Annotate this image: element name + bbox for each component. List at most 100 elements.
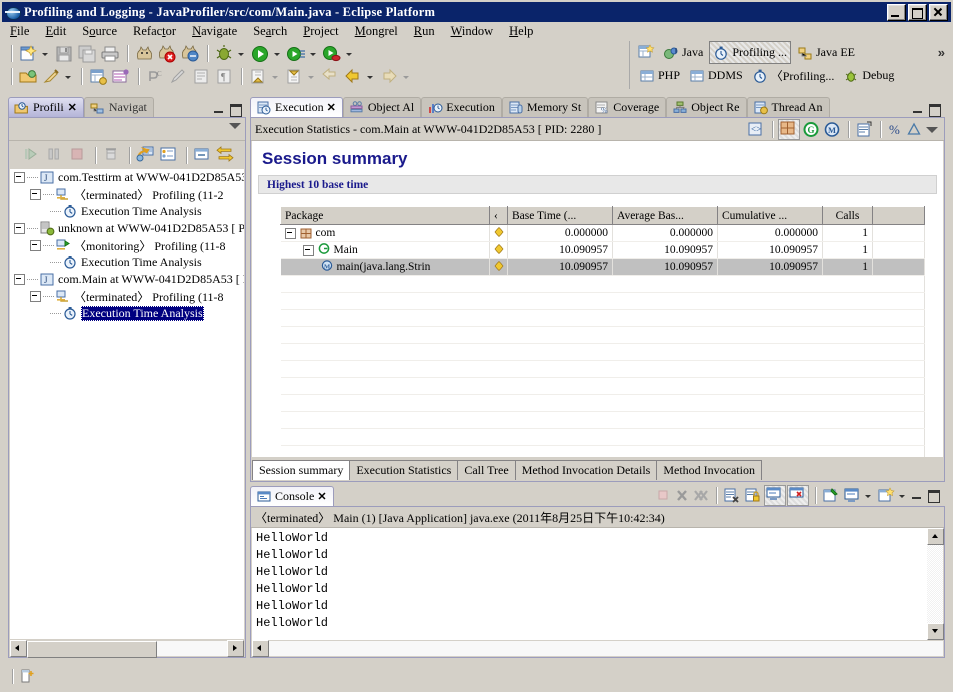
back-dropdown[interactable]: [365, 66, 376, 87]
clear-console-icon[interactable]: [722, 486, 742, 505]
show-console-icon[interactable]: [764, 485, 786, 506]
forward-yellow-icon[interactable]: [342, 66, 364, 87]
tab-execution-statistics[interactable]: Execution ✕: [250, 97, 343, 117]
bottom-tab-session-summary[interactable]: Session summary: [252, 460, 350, 480]
last-edit-icon[interactable]: [190, 66, 212, 87]
open-console-icon[interactable]: [876, 486, 896, 505]
scroll-right-button[interactable]: [227, 640, 244, 657]
profile-dropdown[interactable]: [308, 43, 319, 64]
new-wizard-dropdown[interactable]: [40, 43, 51, 64]
column-calls[interactable]: Calls: [823, 207, 873, 225]
scroll-track[interactable]: [927, 545, 943, 623]
scroll-track[interactable]: [269, 641, 943, 656]
tree-item[interactable]: 〈terminated〉 Profiling (11-2: [10, 186, 244, 203]
view-menu-icon[interactable]: [229, 121, 241, 131]
column-base-time[interactable]: Base Time (...: [508, 207, 613, 225]
print-icon[interactable]: [99, 43, 121, 64]
mongrel-config-icon[interactable]: [179, 43, 201, 64]
tab-object-allocation[interactable]: Object Al: [343, 97, 421, 117]
run-icon[interactable]: [249, 43, 271, 64]
save-icon[interactable]: [53, 43, 75, 64]
close-icon[interactable]: ✕: [68, 101, 77, 114]
tab-console[interactable]: Console ✕: [250, 486, 334, 506]
close-icon[interactable]: ✕: [327, 101, 336, 114]
tree-item[interactable]: 〈terminated〉 Profiling (11-8: [10, 288, 244, 305]
remove-launch-icon[interactable]: [673, 486, 691, 505]
tab-memory-statistics[interactable]: Memory St: [502, 97, 588, 117]
menu-project[interactable]: Project: [295, 22, 346, 41]
maximize-view-icon[interactable]: [229, 104, 242, 115]
debug-icon[interactable]: [213, 43, 235, 64]
console-horizontal-scrollbar[interactable]: [252, 640, 943, 656]
expander-icon[interactable]: [285, 228, 296, 239]
percent-icon[interactable]: %: [886, 120, 904, 139]
run-history-icon[interactable]: [321, 43, 343, 64]
run-dropdown[interactable]: [272, 43, 283, 64]
profiling-monitor-tree[interactable]: J com.Testtirm at WWW-041D2D85A53: [10, 169, 244, 639]
method-icon[interactable]: M: [822, 120, 842, 139]
import-export-icon[interactable]: [215, 145, 237, 166]
perspective-java-ee[interactable]: Java EE: [794, 42, 858, 63]
search-icon[interactable]: [40, 66, 62, 87]
tree-item[interactable]: J com.Testtirm at WWW-041D2D85A53: [10, 169, 244, 186]
close-button[interactable]: [929, 4, 948, 21]
perspective-ddms[interactable]: DDMS: [686, 65, 746, 86]
column-cumulative[interactable]: Cumulative ...: [718, 207, 823, 225]
menu-source[interactable]: Source: [74, 22, 125, 41]
close-icon[interactable]: ✕: [317, 490, 326, 503]
minimize-view-icon[interactable]: [910, 490, 923, 501]
view-menu-icon[interactable]: [926, 125, 938, 135]
scroll-thumb[interactable]: [27, 641, 157, 658]
new-wizard-icon[interactable]: [17, 43, 39, 64]
tree-item[interactable]: Execution Time Analysis: [10, 254, 244, 271]
bottom-tab-method-invocation-details[interactable]: Method Invocation Details: [515, 460, 658, 480]
perspective-java[interactable]: Java: [660, 42, 706, 63]
pilcrow-icon[interactable]: ¶: [213, 66, 235, 87]
console-vertical-scrollbar[interactable]: [927, 528, 943, 640]
tab-execution-flow[interactable]: Execution: [421, 97, 502, 117]
new-java-project-icon[interactable]: [87, 66, 109, 87]
perspective-profiling-alt[interactable]: 〈Profiling...: [749, 65, 838, 86]
new-class-icon[interactable]: [110, 66, 132, 87]
show-console-on-error-icon[interactable]: [787, 485, 809, 506]
pause-icon[interactable]: [44, 145, 66, 166]
tree-item[interactable]: unknown at WWW-041D2D85A53 [ PI: [10, 220, 244, 237]
tab-navigator[interactable]: Navigat: [84, 97, 154, 117]
expander-icon[interactable]: [303, 245, 314, 256]
expander-icon[interactable]: [14, 223, 25, 234]
back-icon[interactable]: [319, 66, 341, 87]
bottom-tab-method-invocation[interactable]: Method Invocation: [656, 460, 762, 480]
maximize-button[interactable]: [908, 4, 927, 21]
bottom-tab-call-tree[interactable]: Call Tree: [457, 460, 515, 480]
next-annotation-dropdown[interactable]: [270, 66, 281, 87]
menu-edit[interactable]: Edit: [37, 22, 74, 41]
delta-icon[interactable]: [905, 120, 923, 139]
column-package[interactable]: Package: [281, 207, 490, 225]
expander-icon[interactable]: [14, 172, 25, 183]
forward-dropdown[interactable]: [401, 66, 412, 87]
terminate-icon[interactable]: [654, 486, 672, 505]
scroll-up-button[interactable]: [927, 528, 944, 545]
profile-icon[interactable]: [285, 43, 307, 64]
refresh-views-icon[interactable]: [135, 145, 157, 166]
scroll-down-button[interactable]: [927, 623, 944, 640]
menu-search[interactable]: Search: [245, 22, 295, 41]
perspective-profiling[interactable]: Profiling ...: [709, 41, 791, 64]
prev-annotation-dropdown[interactable]: [306, 66, 317, 87]
search-dropdown[interactable]: [63, 66, 74, 87]
copy-report-icon[interactable]: [854, 120, 874, 139]
tab-profiling-monitor[interactable]: Profili ✕: [8, 97, 84, 117]
tree-item[interactable]: Execution Time Analysis: [10, 203, 244, 220]
mongrel-stop-icon[interactable]: [156, 43, 178, 64]
open-type-icon[interactable]: [17, 66, 39, 87]
bottom-tab-execution-statistics[interactable]: Execution Statistics: [349, 460, 458, 480]
minimize-view-icon[interactable]: [911, 104, 924, 115]
tab-thread-analysis[interactable]: Thread An: [747, 97, 830, 117]
mongrel-cat-icon[interactable]: [133, 43, 155, 64]
expander-icon[interactable]: [30, 240, 41, 251]
column-spacer[interactable]: [873, 207, 925, 225]
maximize-view-icon[interactable]: [927, 490, 940, 501]
minimize-view-icon[interactable]: [212, 104, 225, 115]
display-console-dropdown[interactable]: [863, 485, 874, 506]
resume-icon[interactable]: [21, 145, 43, 166]
